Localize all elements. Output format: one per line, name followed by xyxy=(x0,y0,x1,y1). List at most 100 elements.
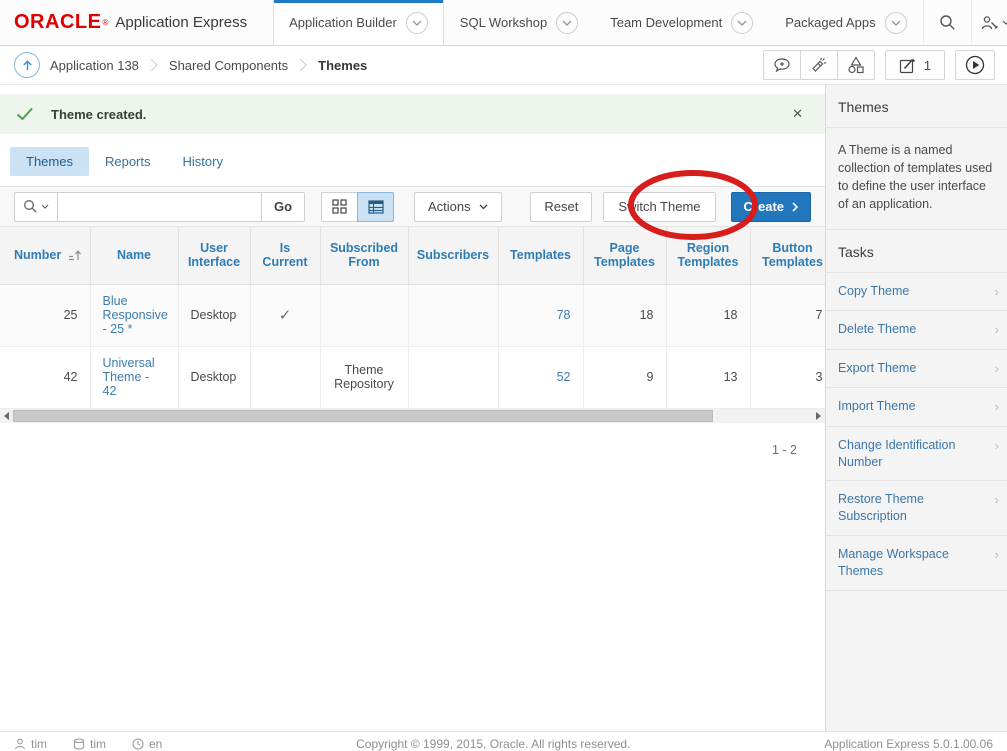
clock-icon xyxy=(132,738,144,750)
chevron-right-icon: › xyxy=(995,546,999,580)
tab-packaged-apps[interactable]: Packaged Apps xyxy=(769,0,922,45)
tab-themes[interactable]: Themes xyxy=(10,147,89,176)
search-button[interactable] xyxy=(923,0,971,45)
create-button[interactable]: Create xyxy=(731,192,811,222)
chevron-right-icon: › xyxy=(995,491,999,525)
tab-label: Application Builder xyxy=(289,15,397,30)
product-name: Application Express xyxy=(115,14,247,31)
go-button[interactable]: Go xyxy=(261,192,305,222)
task-import-theme[interactable]: Import Theme › xyxy=(826,388,1007,427)
chevron-right-icon: › xyxy=(995,360,999,378)
breadcrumb-application[interactable]: Application 138 xyxy=(50,58,139,73)
database-icon xyxy=(73,738,85,750)
view-toggle-group xyxy=(321,192,394,222)
oracle-brand: ORACLE xyxy=(14,11,101,34)
scroll-right-arrow-icon[interactable] xyxy=(812,409,825,423)
cell-user-interface: Desktop xyxy=(178,346,250,408)
templates-count-link[interactable]: 78 xyxy=(557,308,571,322)
column-header-user-interface[interactable]: User Interface xyxy=(178,227,250,284)
switch-theme-button[interactable]: Switch Theme xyxy=(603,192,715,222)
theme-roller-button[interactable] xyxy=(800,50,838,80)
column-header-number[interactable]: Number xyxy=(0,227,90,284)
search-icon xyxy=(23,199,38,214)
cell-region-templates: 18 xyxy=(666,284,750,346)
column-header-subscribed-from[interactable]: Subscribed From xyxy=(320,227,408,284)
column-header-page-templates[interactable]: Page Templates xyxy=(583,227,666,284)
shapes-icon xyxy=(847,56,865,74)
cell-subscribers xyxy=(408,284,498,346)
tab-history[interactable]: History xyxy=(167,147,239,176)
theme-name-link[interactable]: Universal Theme - 42 xyxy=(103,356,155,398)
grid-view-icon xyxy=(332,199,347,214)
footer-version: Application Express 5.0.1.00.06 xyxy=(824,737,993,751)
task-change-identification-number[interactable]: Change Identification Number › xyxy=(826,427,1007,482)
main-content: Theme created. ✕ Themes Reports History … xyxy=(0,85,825,731)
check-icon: ✓ xyxy=(279,307,292,324)
task-manage-workspace-themes[interactable]: Manage Workspace Themes › xyxy=(826,536,1007,591)
horizontal-scrollbar[interactable] xyxy=(0,409,825,423)
cell-number: 42 xyxy=(0,346,90,408)
header-utility-icons: ? xyxy=(923,0,1007,45)
chevron-down-circle-icon[interactable] xyxy=(556,12,578,34)
chevron-down-circle-icon[interactable] xyxy=(885,12,907,34)
breadcrumb-separator-icon xyxy=(299,57,307,73)
admin-menu-button[interactable] xyxy=(971,0,1007,45)
edit-page-number: 1 xyxy=(924,58,931,73)
footer: tim tim en Copyright © 1999, 2015, Oracl… xyxy=(0,731,1007,751)
column-header-region-templates[interactable]: Region Templates xyxy=(666,227,750,284)
icon-view-button[interactable] xyxy=(321,192,358,222)
run-application-button[interactable] xyxy=(955,50,995,80)
cell-subscribed-from: Theme Repository xyxy=(320,346,408,408)
task-delete-theme[interactable]: Delete Theme › xyxy=(826,311,1007,350)
top-nav: Application Builder SQL Workshop Team De… xyxy=(273,0,922,45)
task-copy-theme[interactable]: Copy Theme › xyxy=(826,273,1007,312)
sidebar-title: Themes xyxy=(826,85,1007,128)
chevron-down-circle-icon[interactable] xyxy=(406,12,428,34)
tab-label: Team Development xyxy=(610,15,722,30)
task-export-theme[interactable]: Export Theme › xyxy=(826,350,1007,389)
scrollbar-thumb[interactable] xyxy=(13,410,713,422)
cell-name: Blue Responsive - 25 * xyxy=(90,284,178,346)
tab-reports[interactable]: Reports xyxy=(89,147,167,176)
scroll-left-arrow-icon[interactable] xyxy=(0,409,13,423)
report-toolbar: Go Actions Reset Switch Theme Create xyxy=(0,186,825,227)
close-icon[interactable]: ✕ xyxy=(786,104,809,124)
table-row: 25 Blue Responsive - 25 * Desktop ✓ 78 1… xyxy=(0,284,825,346)
shared-components-button[interactable] xyxy=(837,50,875,80)
theme-name-link[interactable]: Blue Responsive - 25 * xyxy=(103,294,168,336)
table-row: 42 Universal Theme - 42 Desktop Theme Re… xyxy=(0,346,825,408)
feedback-bubble-icon xyxy=(773,57,791,74)
up-level-button[interactable] xyxy=(14,52,40,78)
edit-page-icon xyxy=(899,57,916,74)
search-column-selector[interactable] xyxy=(14,192,58,222)
page-action-buttons: 1 xyxy=(763,50,997,80)
cell-user-interface: Desktop xyxy=(178,284,250,346)
create-label: Create xyxy=(744,199,784,214)
tab-label: Packaged Apps xyxy=(785,15,875,30)
chevron-down-icon xyxy=(1002,20,1007,25)
column-header-name[interactable]: Name xyxy=(90,227,178,284)
breadcrumb-shared-components[interactable]: Shared Components xyxy=(169,58,288,73)
tab-sql-workshop[interactable]: SQL Workshop xyxy=(444,0,594,45)
cell-subscribed-from xyxy=(320,284,408,346)
cell-name: Universal Theme - 42 xyxy=(90,346,178,408)
column-header-button-templates[interactable]: Button Templates xyxy=(750,227,825,284)
feedback-button[interactable] xyxy=(763,50,801,80)
templates-count-link[interactable]: 52 xyxy=(557,370,571,384)
task-restore-theme-subscription[interactable]: Restore Theme Subscription › xyxy=(826,481,1007,536)
run-play-icon xyxy=(965,55,985,75)
report-view-button[interactable] xyxy=(357,192,394,222)
column-header-is-current[interactable]: Is Current xyxy=(250,227,320,284)
column-header-subscribers[interactable]: Subscribers xyxy=(408,227,498,284)
oracle-logo: ORACLE ® Application Express xyxy=(0,0,263,45)
breadcrumb-bar: Application 138 Shared Components Themes xyxy=(0,46,1007,85)
tab-team-development[interactable]: Team Development xyxy=(594,0,769,45)
cell-templates: 52 xyxy=(498,346,583,408)
search-input[interactable] xyxy=(58,192,262,222)
chevron-down-circle-icon[interactable] xyxy=(731,12,753,34)
tab-application-builder[interactable]: Application Builder xyxy=(273,0,444,45)
edit-page-button[interactable]: 1 xyxy=(885,50,945,80)
actions-menu-button[interactable]: Actions xyxy=(414,192,502,222)
column-header-templates[interactable]: Templates xyxy=(498,227,583,284)
reset-button[interactable]: Reset xyxy=(530,192,592,222)
